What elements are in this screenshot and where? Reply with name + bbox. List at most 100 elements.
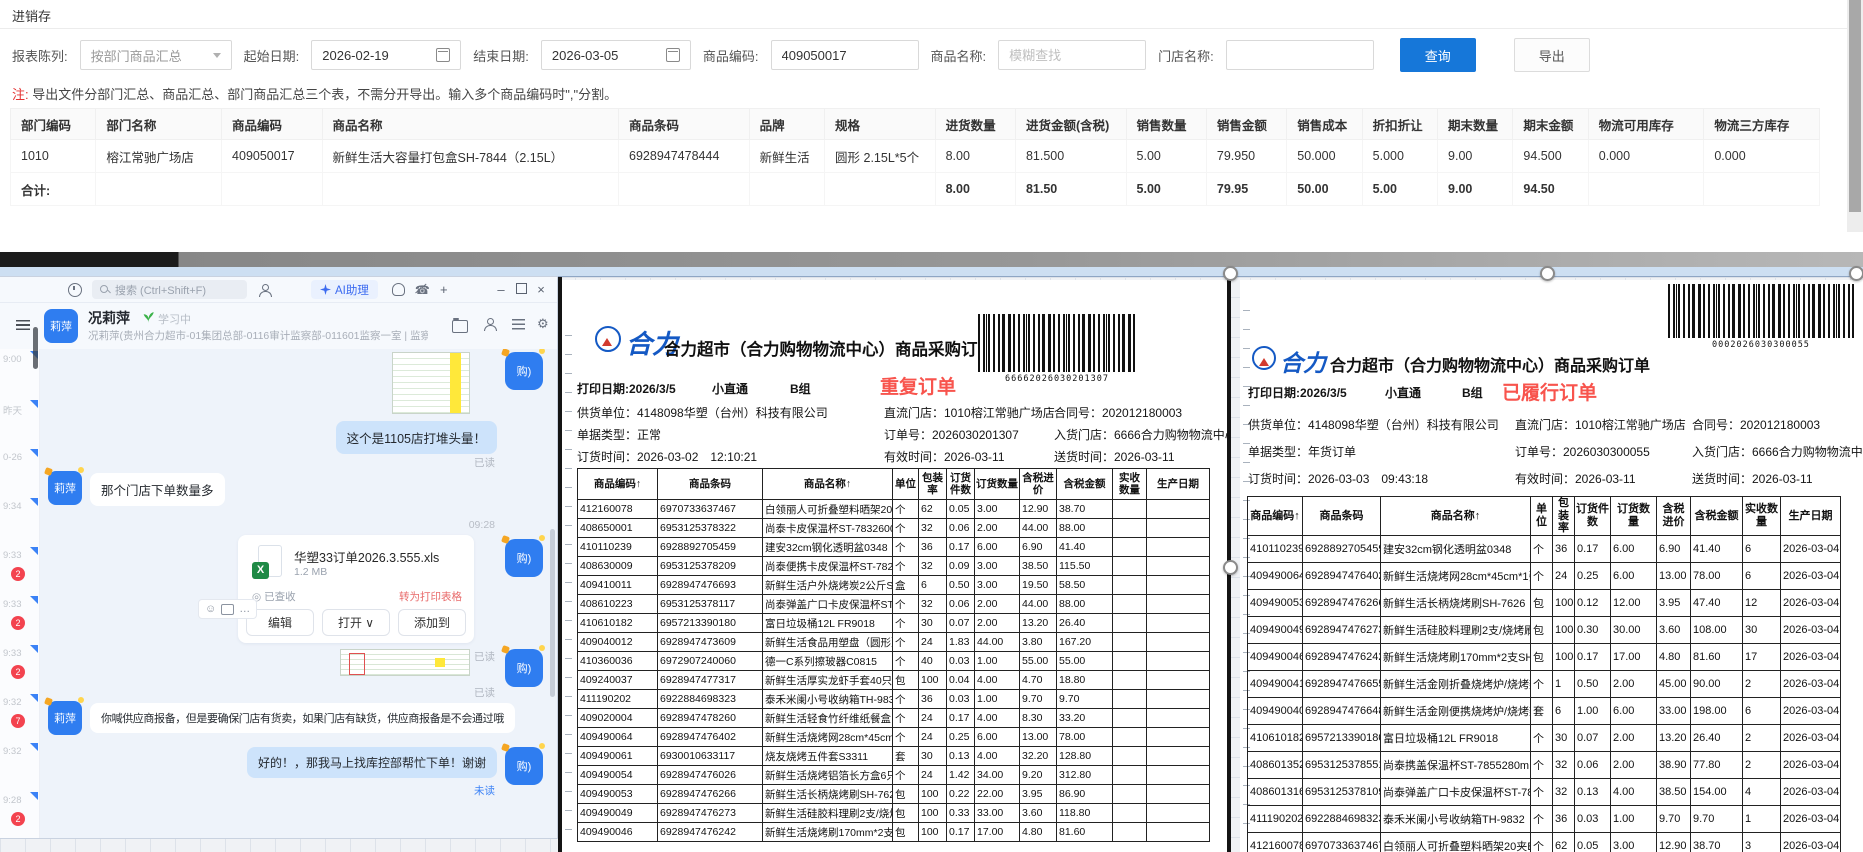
conversation-item[interactable]: 昨天 [0, 398, 39, 447]
message-scrollbar-thumb[interactable] [550, 529, 555, 697]
open-button[interactable]: 打开 ∨ [322, 609, 390, 636]
add-member-icon[interactable] [484, 318, 497, 331]
quote-icon[interactable] [221, 603, 235, 615]
page-title: 进销存 [12, 9, 52, 24]
po-item-row: 4094900466928947476242 新鲜生活烧烤刷170mm*2支SH… [1247, 642, 1841, 671]
spreadsheet-image[interactable] [392, 352, 470, 414]
search-icon [100, 284, 110, 295]
gear-icon[interactable]: ⚙ [537, 317, 549, 330]
supplier: 供货单位：4148098华塑（台州）科技有限公司 [1248, 418, 1499, 432]
conversation-item[interactable]: 9:33 2 [0, 594, 39, 643]
conversation-item[interactable]: 9:28 2 [0, 790, 39, 838]
print-date: 打印日期:2026/3/5 [577, 382, 676, 396]
conversation-item[interactable]: 9:34 [0, 496, 39, 545]
rail-scrollbar-thumb[interactable] [33, 327, 38, 369]
message-hover-actions[interactable]: ☺ … [198, 599, 258, 619]
export-button[interactable]: 导出 [1513, 38, 1590, 72]
product-name-input[interactable] [998, 40, 1147, 70]
chevron-down-icon [212, 52, 221, 62]
received-message: 那个门店下单数量多 [90, 473, 225, 506]
ruler-ticks [565, 335, 572, 842]
conversation-item[interactable]: 9:33 2 [0, 643, 39, 692]
group: B组 [790, 382, 811, 396]
po-items-table: 商品编码↑ 商品条码 商品名称↑ 单位 包装率 订货件数 订货数量 含税进价 含税金额实… [1247, 496, 1841, 852]
menu-icon[interactable] [16, 320, 30, 330]
scrollbar-thumb[interactable] [1849, 0, 1861, 212]
selection-handle[interactable] [1849, 266, 1863, 281]
unread-badge: 7 [11, 714, 25, 728]
po-item-row: 411190202 6922884698323 泰禾米阑小号收纳箱TH-9832 个… [1247, 804, 1841, 833]
vertical-scrollbar[interactable] [1847, 0, 1863, 232]
report-layout-label: 报表陈列: [12, 48, 68, 64]
column-header: 规格 [824, 108, 936, 140]
add-icon[interactable]: + [434, 282, 454, 297]
ai-assistant-button[interactable]: AI助理 [311, 280, 378, 299]
report-layout-select[interactable]: 按部门商品汇总 [79, 40, 232, 70]
selection-handle[interactable] [1540, 266, 1555, 281]
deliver-time: 送货时间：2026-03-11 [1054, 450, 1175, 464]
phone-mute-icon[interactable]: ☎ [415, 283, 430, 297]
meeting-icon[interactable] [391, 283, 405, 296]
conversation-item[interactable]: 9:32 [0, 741, 39, 790]
end-date-input[interactable]: 2026-03-05 [540, 40, 691, 70]
avatar[interactable]: 购) [505, 743, 545, 785]
received-label: ◎ 已查收 [252, 591, 296, 603]
contract-no: 合同号：202012180003 [1692, 418, 1821, 432]
print-date: 打印日期:2026/3/5 [1248, 386, 1347, 400]
end-date-label: 结束日期: [473, 48, 529, 64]
conversation-item[interactable]: 0-26 [0, 447, 39, 496]
add-to-button[interactable]: 添加到 [398, 609, 466, 636]
summary-header-row: 部门编码 部门名称 商品编码 商品名称 商品条码 品牌 规格 进货数量 进货金额(含税) 销售数量… [9, 108, 1820, 140]
conversation-item[interactable]: 9:32 7 [0, 692, 39, 741]
history-icon[interactable] [68, 282, 82, 297]
close-button[interactable]: × [531, 282, 551, 297]
po-item-row: 4090400126928947473609 新鲜生活食品用塑盘（圆形）Φ190… [577, 632, 1210, 652]
maximize-button[interactable] [511, 281, 531, 299]
file-card[interactable]: X 华塑33订单2026.3.555.xls 1.2 MB ◎ 已查收 转为打印… [238, 535, 474, 643]
avatar[interactable]: 莉萍 [48, 467, 84, 505]
minimize-button[interactable]: – [491, 282, 511, 297]
avatar[interactable]: 购) [505, 349, 545, 390]
query-button[interactable]: 查询 [1399, 38, 1476, 72]
more-icon[interactable]: … [239, 603, 250, 615]
conversation-item[interactable]: 9:33 2 [0, 545, 39, 594]
search-history-icon[interactable] [512, 319, 525, 330]
folder-icon[interactable] [452, 318, 468, 333]
column-header: 期末数量 [1437, 108, 1514, 140]
po-item-row: 4086500016953125378322 尚泰卡皮保温杯ST-7832600… [577, 518, 1210, 538]
desktop-area: 搜索 (Ctrl+Shift+F) AI助理 ☎ + – × 莉萍 况莉萍 学习… [0, 277, 1863, 852]
duplicate-order-stamp: 重复订单 [880, 377, 957, 398]
in-store: 入货门店：6666合力购物物流中心 [1692, 445, 1863, 459]
column-header: 期末金额 [1512, 108, 1589, 140]
spreadsheet-image[interactable] [340, 649, 470, 676]
selection-handle[interactable] [1223, 266, 1238, 281]
unread-badge: 2 [11, 616, 25, 630]
emoji-icon[interactable]: ☺ [205, 603, 216, 615]
po-item-row: 4094100116928947476693 新鲜生活户外烧烤炭2公斤SH-76… [577, 575, 1210, 595]
app-title-bar: 进销存 [0, 0, 1863, 29]
convert-to-print-link[interactable]: 转为打印表格 [399, 589, 462, 604]
conversation-rail: 9:00 昨天 0-26 9:34 9:33 2 9:33 2 9:33 2 9… [0, 349, 40, 838]
avatar[interactable]: 莉萍 [44, 309, 78, 343]
column-header: 商品条码 [618, 108, 750, 140]
heli-logo-icon [595, 326, 621, 352]
excel-file-icon: X [252, 545, 282, 579]
group: B组 [1462, 386, 1483, 400]
selection-handle[interactable] [1223, 560, 1238, 575]
contact-description: 况莉萍(贵州合力超市-01集团总部-0116审计监察部-011601监察一室 |… [88, 330, 428, 342]
product-code-input[interactable] [770, 40, 919, 70]
received-message: 你喊供应商报备，但是要确保门店有货卖，如果门店有缺货，供应商报备是不会通过哦 [90, 703, 515, 733]
search-input[interactable]: 搜索 (Ctrl+Shift+F) [92, 280, 247, 299]
avatar[interactable]: 购) [505, 645, 545, 687]
read-status: 已读 [474, 651, 495, 663]
avatar[interactable]: 购) [505, 535, 545, 577]
start-date-input[interactable]: 2026-02-19 [311, 40, 462, 70]
column-header: 销售金额 [1205, 108, 1288, 140]
direct-store: 直流门店：1010榕江常驰广场店 [1515, 418, 1686, 432]
avatar[interactable]: 莉萍 [48, 697, 84, 735]
contacts-icon[interactable] [259, 283, 272, 297]
po-item-row: 4094900496928947476273 新鲜生活硅胶料理刷2支/烧烤刷SH… [1247, 615, 1841, 644]
chat-window: 搜索 (Ctrl+Shift+F) AI助理 ☎ + – × 莉萍 况莉萍 学习… [0, 277, 557, 838]
column-header: 商品编码 [221, 108, 323, 140]
store-name-input[interactable] [1225, 40, 1374, 70]
